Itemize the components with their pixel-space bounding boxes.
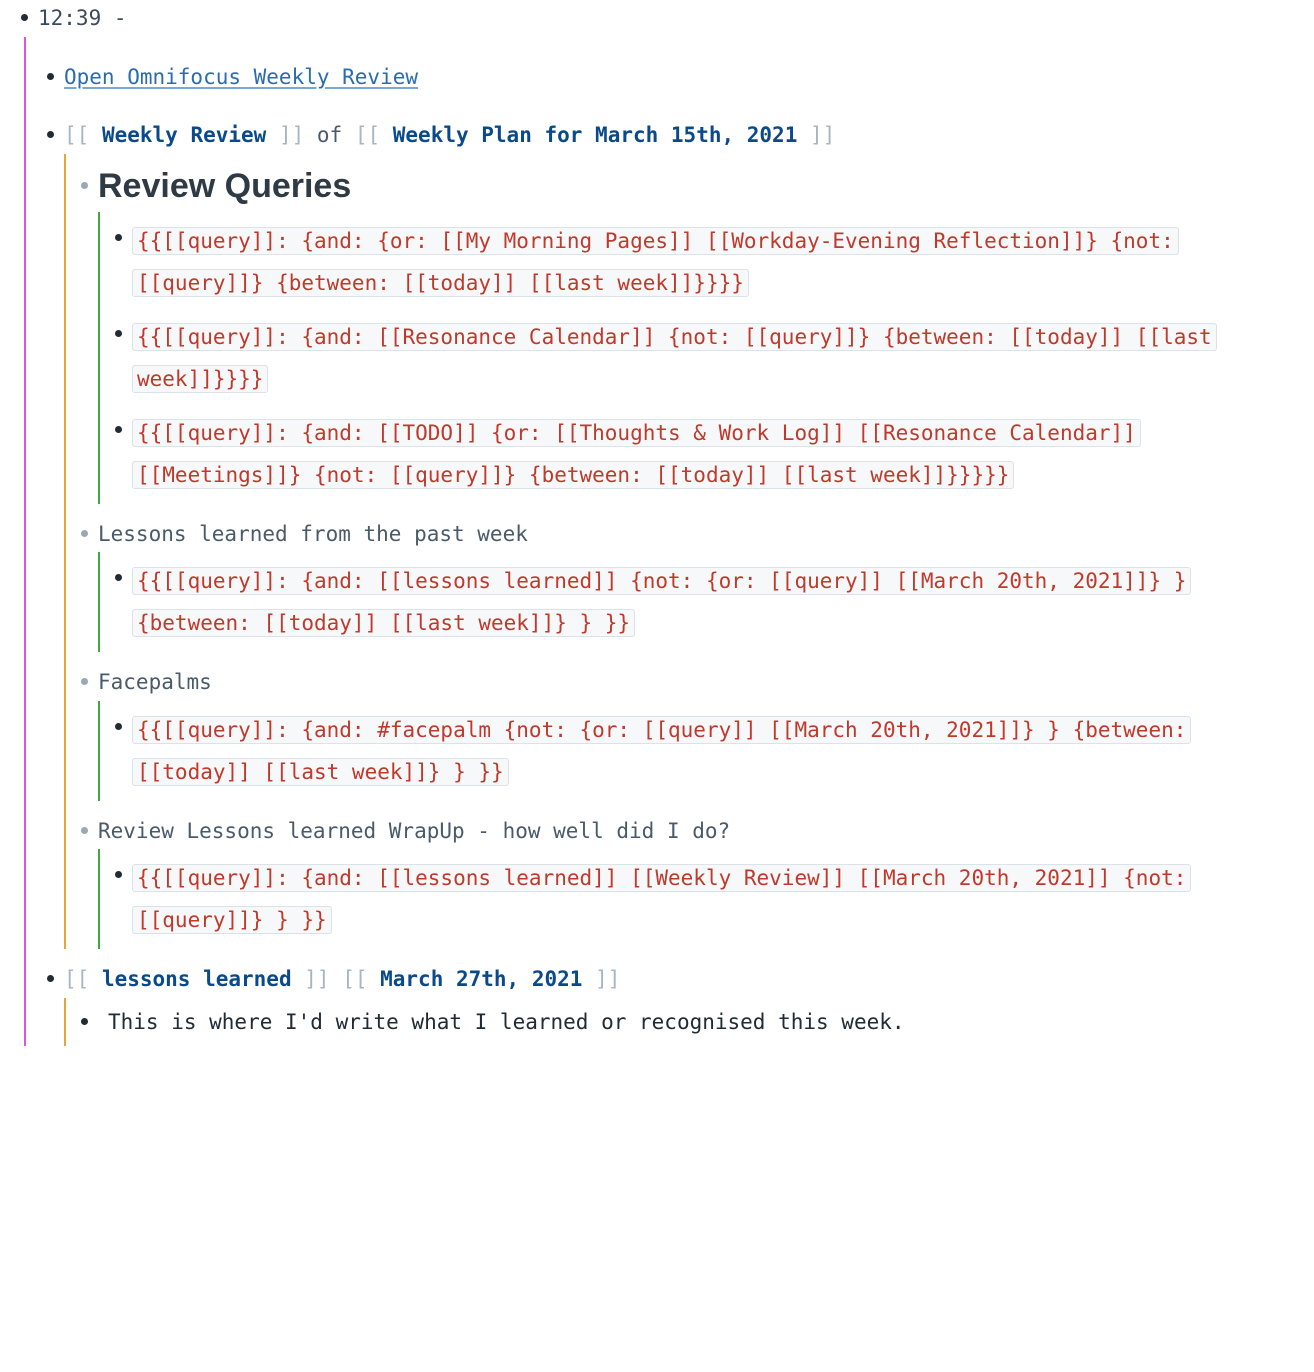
block-query1[interactable]: {{[[query]]: {and: {or: [[My Morning Pag… xyxy=(104,218,1294,306)
block-root[interactable]: 12:39 - xyxy=(10,0,1294,37)
bullet-icon[interactable] xyxy=(70,1006,98,1025)
bullet-icon[interactable] xyxy=(104,857,132,878)
bracket-close-icon: ]] xyxy=(797,123,835,147)
bullet-icon[interactable] xyxy=(70,162,98,189)
block-lessons-date[interactable]: [[ lessons learned ]] [[ March 27th, 202… xyxy=(36,949,1294,998)
block-query6[interactable]: {{[[query]]: {and: [[lessons learned]] [… xyxy=(104,855,1294,943)
review-queries-heading[interactable]: Review Queries xyxy=(98,162,1294,210)
bracket-open-icon: [[ xyxy=(342,967,380,991)
bracket-close-icon: ]] xyxy=(292,967,330,991)
bracket-open-icon: [[ xyxy=(64,967,102,991)
block-query2[interactable]: {{[[query]]: {and: [[Resonance Calendar]… xyxy=(104,306,1294,402)
bracket-close-icon: ]] xyxy=(266,123,304,147)
note-text[interactable]: This is where I'd write what I learned o… xyxy=(98,1006,1294,1039)
separator: - xyxy=(101,6,126,30)
bullet-icon[interactable] xyxy=(104,560,132,581)
bullet-icon[interactable] xyxy=(70,666,98,685)
facepalms-heading[interactable]: Facepalms xyxy=(98,666,1294,699)
weekly-plan-link[interactable]: Weekly Plan for March 15th, 2021 xyxy=(393,123,798,147)
block-weekly-review[interactable]: [[ Weekly Review ]] of [[ Weekly Plan fo… xyxy=(36,95,1294,154)
bullet-icon[interactable] xyxy=(104,220,132,241)
bullet-icon[interactable] xyxy=(104,412,132,433)
block-wrapup[interactable]: Review Lessons learned WrapUp - how well… xyxy=(70,801,1294,850)
omnifocus-link[interactable]: Open Omnifocus Weekly Review xyxy=(64,65,418,89)
bracket-close-icon: ]] xyxy=(582,967,620,991)
bullet-icon[interactable] xyxy=(70,815,98,834)
weekly-review-content: [[ Weekly Review ]] of [[ Weekly Plan fo… xyxy=(64,119,1294,152)
lessons-learned-link[interactable]: lessons learned xyxy=(102,967,292,991)
bullet-icon[interactable] xyxy=(104,709,132,730)
query3[interactable]: {{[[query]]: {and: [[TODO]] {or: [[Thoug… xyxy=(132,412,1294,496)
bullet-icon[interactable] xyxy=(104,316,132,337)
bracket-open-icon: [[ xyxy=(64,123,102,147)
block-query4[interactable]: {{[[query]]: {and: [[lessons learned]] {… xyxy=(104,558,1294,646)
bullet-icon[interactable] xyxy=(70,518,98,537)
timestamp: 12:39 xyxy=(38,6,101,30)
bullet-icon[interactable] xyxy=(36,61,64,80)
wrapup-heading[interactable]: Review Lessons learned WrapUp - how well… xyxy=(98,815,1294,848)
query1[interactable]: {{[[query]]: {and: {or: [[My Morning Pag… xyxy=(132,220,1294,304)
block-query3[interactable]: {{[[query]]: {and: [[TODO]] {or: [[Thoug… xyxy=(104,402,1294,498)
block-note[interactable]: This is where I'd write what I learned o… xyxy=(70,1004,1294,1041)
bullet-icon[interactable] xyxy=(10,2,38,21)
omnifocus-content: Open Omnifocus Weekly Review xyxy=(64,61,1294,94)
query4[interactable]: {{[[query]]: {and: [[lessons learned]] {… xyxy=(132,560,1294,644)
query2[interactable]: {{[[query]]: {and: [[Resonance Calendar]… xyxy=(132,316,1294,400)
of-word: of xyxy=(304,123,355,147)
block-facepalms[interactable]: Facepalms xyxy=(70,652,1294,701)
date-link[interactable]: March 27th, 2021 xyxy=(380,967,582,991)
timestamp-line[interactable]: 12:39 - xyxy=(38,2,1294,35)
lessons-date-content: [[ lessons learned ]] [[ March 27th, 202… xyxy=(64,963,1294,996)
weekly-review-link[interactable]: Weekly Review xyxy=(102,123,266,147)
block-review-queries[interactable]: Review Queries xyxy=(70,154,1294,212)
bullet-icon[interactable] xyxy=(36,119,64,138)
bracket-open-icon: [[ xyxy=(355,123,393,147)
bullet-icon[interactable] xyxy=(36,963,64,982)
block-lessons[interactable]: Lessons learned from the past week xyxy=(70,504,1294,553)
query5[interactable]: {{[[query]]: {and: #facepalm {not: {or: … xyxy=(132,709,1294,793)
lessons-heading[interactable]: Lessons learned from the past week xyxy=(98,518,1294,551)
block-query5[interactable]: {{[[query]]: {and: #facepalm {not: {or: … xyxy=(104,707,1294,795)
query6[interactable]: {{[[query]]: {and: [[lessons learned]] [… xyxy=(132,857,1294,941)
block-omnifocus[interactable]: Open Omnifocus Weekly Review xyxy=(36,37,1294,96)
